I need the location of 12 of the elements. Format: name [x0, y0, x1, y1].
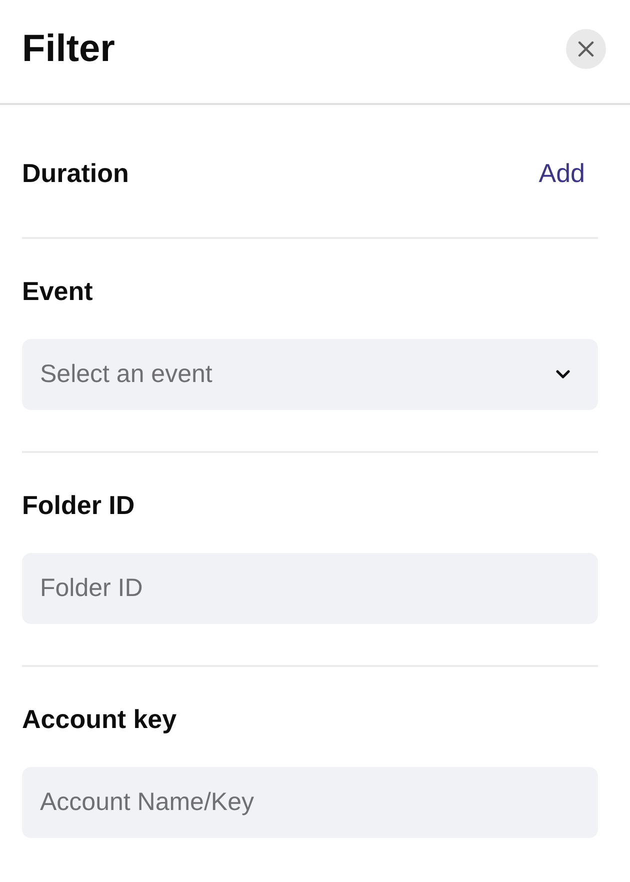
section-label: Event [22, 275, 94, 307]
add-link[interactable]: Add [538, 157, 585, 189]
event-select[interactable]: Select an event [22, 339, 598, 410]
text-field[interactable]: Folder ID [22, 553, 598, 624]
chevron-down-icon [556, 370, 570, 379]
panel-title: Filter [22, 26, 115, 72]
text-field[interactable]: Account Name/Key [22, 767, 598, 838]
section-label: Duration [22, 157, 129, 189]
section-label: Account key [22, 703, 178, 735]
close-button[interactable] [566, 28, 606, 68]
close-icon [578, 40, 594, 56]
section-label: Folder ID [22, 489, 136, 521]
